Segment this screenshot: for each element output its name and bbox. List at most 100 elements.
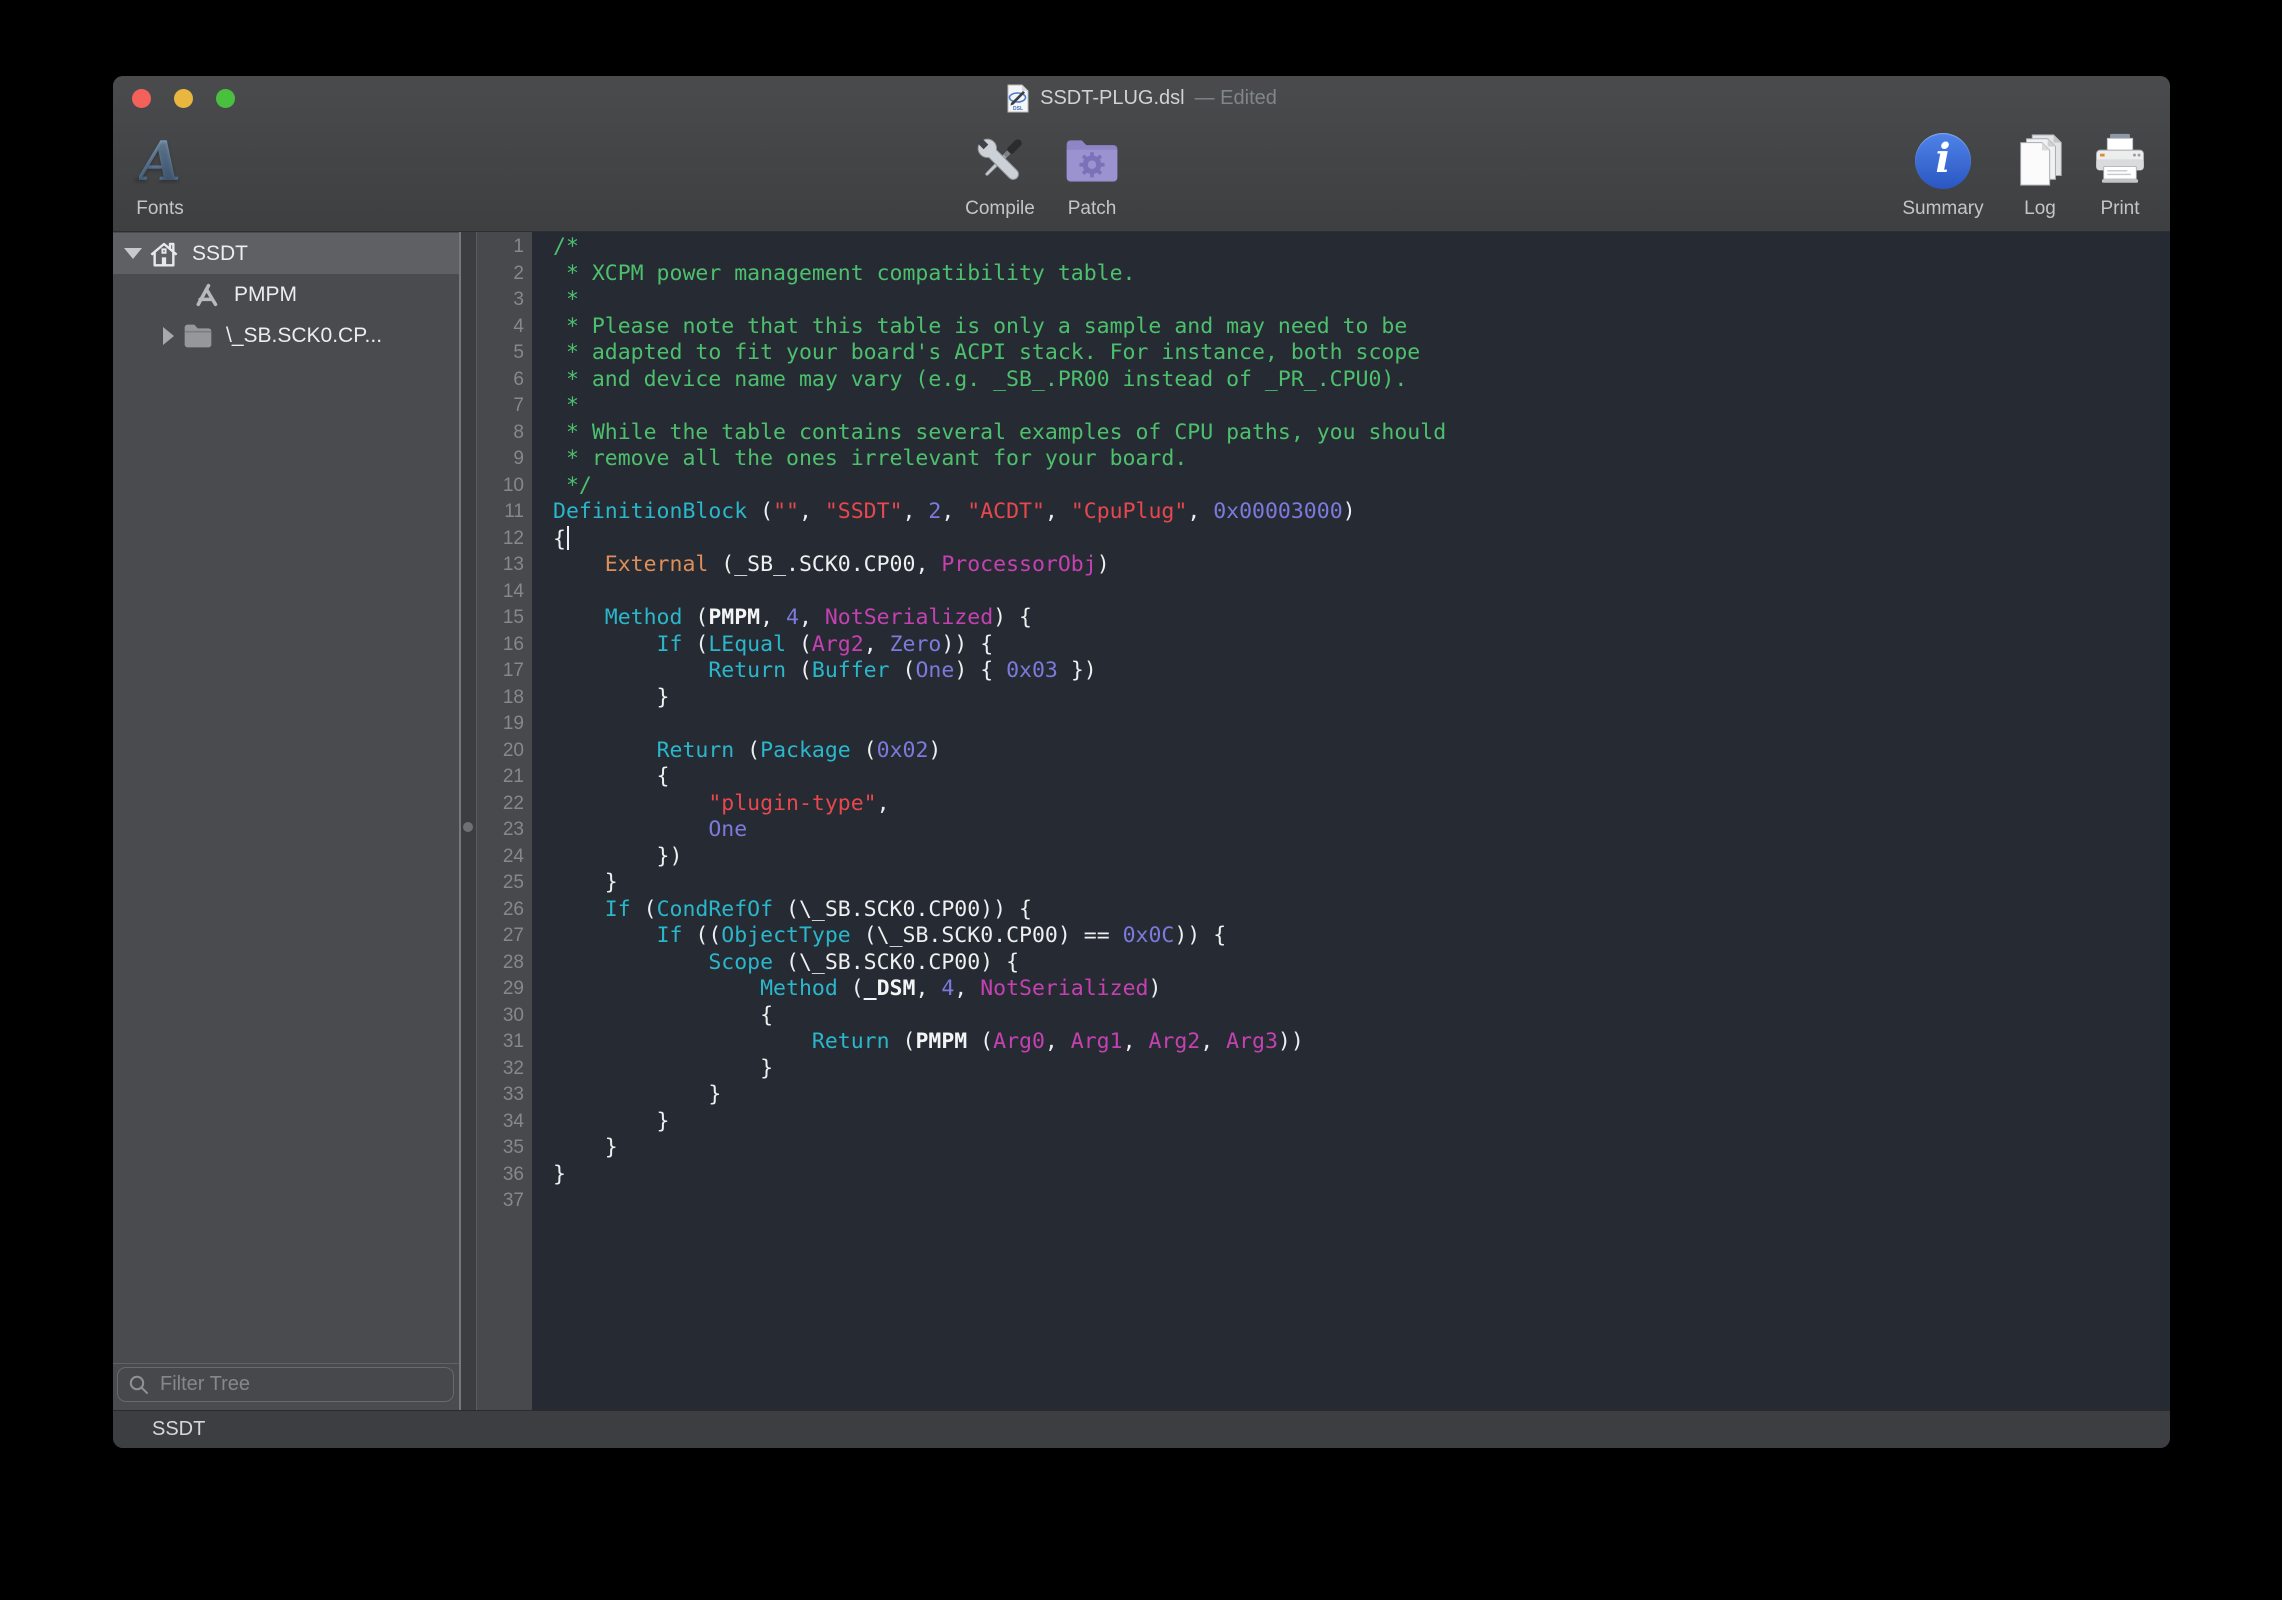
line-number: 14 bbox=[477, 579, 524, 606]
line-number: 6 bbox=[477, 367, 524, 394]
code-line[interactable]: One bbox=[553, 817, 2170, 844]
code-line[interactable]: Return (Buffer (One) { 0x03 }) bbox=[553, 658, 2170, 685]
line-number: 19 bbox=[477, 711, 524, 738]
tree-item-ssdt[interactable]: SSDT bbox=[113, 233, 459, 274]
code-line[interactable]: * bbox=[553, 287, 2170, 314]
sidebar-splitter[interactable] bbox=[459, 232, 477, 1410]
sidebar: SSDT PMPM bbox=[113, 232, 459, 1410]
code-line[interactable]: * bbox=[553, 393, 2170, 420]
line-number: 11 bbox=[477, 499, 524, 526]
line-number: 33 bbox=[477, 1082, 524, 1109]
code-line[interactable]: { bbox=[553, 526, 2170, 553]
house-icon bbox=[148, 238, 180, 270]
search-icon bbox=[127, 1373, 151, 1402]
line-number: 3 bbox=[477, 287, 524, 314]
code-line[interactable]: If ((ObjectType (\_SB.SCK0.CP00) == 0x0C… bbox=[553, 923, 2170, 950]
code-line[interactable]: }) bbox=[553, 844, 2170, 871]
line-number: 18 bbox=[477, 685, 524, 712]
tree-item-pmpm[interactable]: PMPM bbox=[113, 274, 459, 315]
code-line[interactable]: Return (PMPM (Arg0, Arg1, Arg2, Arg3)) bbox=[553, 1029, 2170, 1056]
code-line[interactable]: * adapted to fit your board's ACPI stack… bbox=[553, 340, 2170, 367]
line-number: 7 bbox=[477, 393, 524, 420]
print-button[interactable]: Print bbox=[2050, 128, 2170, 220]
tree-item-label: PMPM bbox=[234, 283, 297, 307]
tree-item-label: SSDT bbox=[192, 242, 248, 266]
line-number: 22 bbox=[477, 791, 524, 818]
window-title: DSL SSDT-PLUG.dsl — Edited bbox=[113, 76, 2170, 120]
line-number: 17 bbox=[477, 658, 524, 685]
code-line[interactable]: If (LEqual (Arg2, Zero)) { bbox=[553, 632, 2170, 659]
code-line[interactable] bbox=[553, 1188, 2170, 1215]
line-number: 31 bbox=[477, 1029, 524, 1056]
fonts-a-icon: A bbox=[139, 134, 181, 188]
code-line[interactable]: * XCPM power management compatibility ta… bbox=[553, 261, 2170, 288]
code-line[interactable]: * Please note that this table is only a … bbox=[553, 314, 2170, 341]
text-caret bbox=[567, 526, 569, 550]
line-number: 15 bbox=[477, 605, 524, 632]
splitter-handle-icon bbox=[463, 822, 473, 832]
code-line[interactable]: } bbox=[553, 685, 2170, 712]
line-number: 16 bbox=[477, 632, 524, 659]
line-number: 29 bbox=[477, 976, 524, 1003]
code-line[interactable]: "plugin-type", bbox=[553, 791, 2170, 818]
code-line[interactable]: } bbox=[553, 1135, 2170, 1162]
line-number: 28 bbox=[477, 950, 524, 977]
code-line[interactable]: Method (PMPM, 4, NotSerialized) { bbox=[553, 605, 2170, 632]
line-number: 21 bbox=[477, 764, 524, 791]
code-line[interactable]: * remove all the ones irrelevant for you… bbox=[553, 446, 2170, 473]
code-line[interactable] bbox=[553, 579, 2170, 606]
code-line[interactable]: DefinitionBlock ("", "SSDT", 2, "ACDT", … bbox=[553, 499, 2170, 526]
code-line[interactable]: } bbox=[553, 1109, 2170, 1136]
patch-folder-icon bbox=[1062, 131, 1122, 191]
window-title-text: SSDT-PLUG.dsl bbox=[1040, 87, 1184, 110]
code-line[interactable]: If (CondRefOf (\_SB.SCK0.CP00)) { bbox=[553, 897, 2170, 924]
code-line[interactable]: } bbox=[553, 870, 2170, 897]
ssdt-tree: SSDT PMPM bbox=[113, 232, 459, 1363]
code-line[interactable]: * and device name may vary (e.g. _SB_.PR… bbox=[553, 367, 2170, 394]
code-editor[interactable]: 1234567891011121314151617181920212223242… bbox=[477, 232, 2170, 1410]
window-edited-text: — Edited bbox=[1195, 87, 1277, 110]
line-number: 20 bbox=[477, 738, 524, 765]
line-number-gutter: 1234567891011121314151617181920212223242… bbox=[477, 232, 532, 1410]
filter-tree-input[interactable] bbox=[117, 1367, 454, 1402]
line-number: 26 bbox=[477, 897, 524, 924]
code-line[interactable]: { bbox=[553, 1003, 2170, 1030]
disclosure-expanded-icon[interactable] bbox=[124, 248, 142, 259]
tree-item-sb-sck0[interactable]: \_SB.SCK0.CP... bbox=[113, 315, 459, 356]
print-label: Print bbox=[2100, 198, 2139, 220]
line-number: 32 bbox=[477, 1056, 524, 1083]
code-line[interactable]: Return (Package (0x02) bbox=[553, 738, 2170, 765]
fonts-button[interactable]: A Fonts bbox=[113, 128, 230, 220]
code-line[interactable]: External (_SB_.SCK0.CP00, ProcessorObj) bbox=[553, 552, 2170, 579]
line-number: 36 bbox=[477, 1162, 524, 1189]
line-number: 13 bbox=[477, 552, 524, 579]
line-number: 37 bbox=[477, 1188, 524, 1215]
disclosure-collapsed-icon[interactable] bbox=[163, 327, 174, 345]
code-line[interactable] bbox=[553, 711, 2170, 738]
line-number: 1 bbox=[477, 234, 524, 261]
info-icon: i bbox=[1915, 133, 1971, 189]
code-line[interactable]: /* bbox=[553, 234, 2170, 261]
svg-text:DSL: DSL bbox=[1013, 106, 1023, 112]
code-text-area[interactable]: /* * XCPM power management compatibility… bbox=[532, 232, 2170, 1410]
code-line[interactable]: } bbox=[553, 1162, 2170, 1189]
tree-item-label: \_SB.SCK0.CP... bbox=[226, 324, 382, 348]
code-line[interactable]: { bbox=[553, 764, 2170, 791]
line-number: 5 bbox=[477, 340, 524, 367]
titlebar-toolbar: DSL SSDT-PLUG.dsl — Edited A Fonts bbox=[113, 76, 2170, 232]
code-line[interactable]: */ bbox=[553, 473, 2170, 500]
patch-button[interactable]: Patch bbox=[1022, 128, 1162, 220]
code-line[interactable]: } bbox=[553, 1082, 2170, 1109]
filter-bar bbox=[113, 1363, 459, 1410]
line-number: 30 bbox=[477, 1003, 524, 1030]
code-line[interactable]: Method (_DSM, 4, NotSerialized) bbox=[553, 976, 2170, 1003]
folder-icon bbox=[182, 321, 214, 351]
line-number: 35 bbox=[477, 1135, 524, 1162]
line-number: 34 bbox=[477, 1109, 524, 1136]
code-line[interactable]: * While the table contains several examp… bbox=[553, 420, 2170, 447]
code-line[interactable]: } bbox=[553, 1056, 2170, 1083]
status-bar: SSDT bbox=[113, 1410, 2170, 1448]
method-icon bbox=[192, 280, 222, 310]
code-line[interactable]: Scope (\_SB.SCK0.CP00) { bbox=[553, 950, 2170, 977]
line-number: 2 bbox=[477, 261, 524, 288]
